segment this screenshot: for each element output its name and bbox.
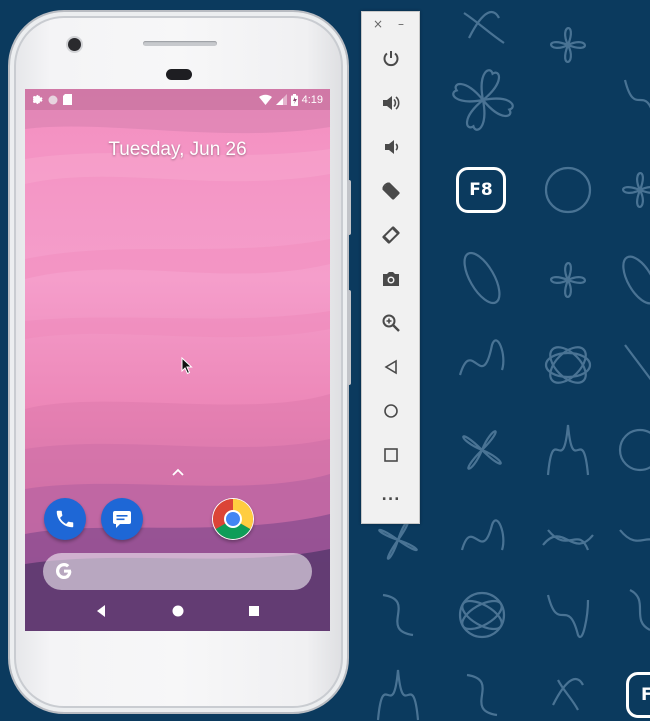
navigation-bar [25,594,330,631]
screenshot-button[interactable] [376,264,406,294]
volume-up-button[interactable] [376,88,406,118]
messages-app-icon[interactable] [101,498,143,540]
app-drawer-chevron-icon[interactable] [171,467,185,477]
camera-icon [383,272,399,286]
signal-icon [275,94,287,105]
proximity-sensor [166,69,192,80]
emulator-toolbar: × – ... [361,11,420,524]
more-options-button[interactable]: ... [376,484,406,514]
f8-logo-badge-partial: F [626,672,650,718]
chrome-app-icon[interactable] [212,498,254,540]
rotate-right-icon [382,226,400,244]
sd-card-icon [63,94,72,105]
phone-side-button-top [347,180,351,235]
f8-logo-badge: F8 [456,167,506,213]
circle-icon [48,95,58,105]
phone-app-icon[interactable] [44,498,86,540]
volume-up-icon [383,96,400,110]
zoom-icon [382,314,400,332]
settings-icon [32,94,43,105]
close-icon[interactable]: × [373,17,383,31]
phone-screen[interactable]: 4:19 Tuesday, Jun 26 [25,89,330,631]
mouse-pointer-icon [181,357,193,375]
battery-icon [290,93,298,106]
rotate-left-icon [382,182,400,200]
status-bar: 4:19 [25,89,330,110]
back-triangle-icon [384,359,397,375]
power-button[interactable] [376,44,406,74]
home-button[interactable] [376,396,406,426]
volume-down-icon [385,140,399,154]
overview-button[interactable] [376,440,406,470]
earpiece-speaker [143,41,217,46]
more-dots-icon: ... [381,488,401,504]
rotate-left-button[interactable] [376,176,406,206]
home-circle-icon [384,404,398,418]
google-search-bar[interactable] [43,553,312,590]
overview-square-icon [384,448,398,462]
wifi-icon [258,94,272,105]
status-bar-clock: 4:19 [301,93,323,106]
back-button[interactable] [376,352,406,382]
lock-screen-date[interactable]: Tuesday, Jun 26 [25,139,330,161]
home-icon[interactable] [171,604,185,618]
google-g-icon [56,563,72,579]
wallpaper [25,89,330,631]
power-icon [383,51,399,67]
rotate-right-button[interactable] [376,220,406,250]
volume-down-button[interactable] [376,132,406,162]
minimize-icon[interactable]: – [398,17,404,31]
zoom-button[interactable] [376,308,406,338]
recents-icon[interactable] [247,604,261,618]
phone-side-button-bottom [347,290,351,385]
back-icon[interactable] [95,604,107,618]
front-camera [68,38,81,51]
